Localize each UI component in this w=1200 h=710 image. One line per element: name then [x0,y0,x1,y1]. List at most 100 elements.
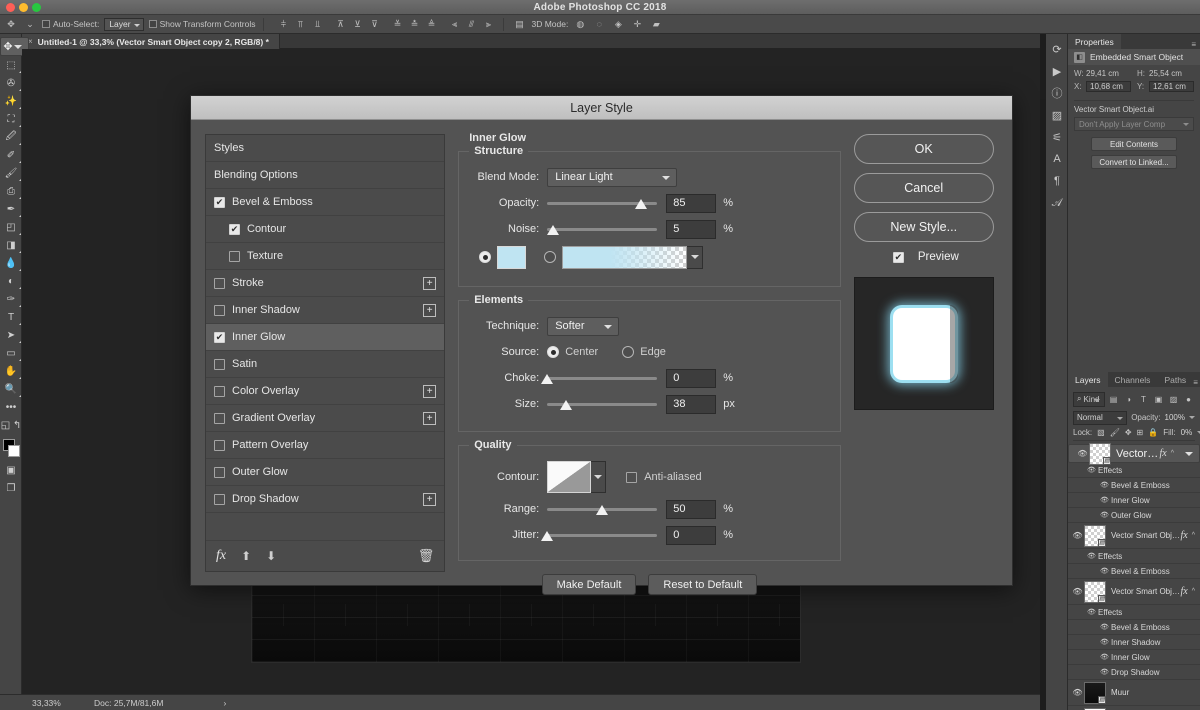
3d-slide-icon[interactable]: ✛ [630,17,644,31]
gradient-picker-chevron-down-icon[interactable] [687,245,704,269]
tab-paths[interactable]: Paths [1157,372,1193,387]
effect-item-color-overlay[interactable]: Color Overlay + [206,378,445,405]
add-effect-instance-icon[interactable]: + [423,492,437,506]
tool-default-swap-colors[interactable]: ◱ ↰ [0,416,22,434]
opacity-slider[interactable] [547,194,658,213]
history-icon[interactable]: ⟳ [1046,38,1068,60]
effects-list-footer[interactable]: fx ⬆ ⬇ 🗑 [206,540,445,571]
opacity-chevron-down-icon[interactable] [1189,416,1195,419]
effect-visibility-icon[interactable]: 👁 [1098,668,1111,676]
effect-item-gradient-overlay[interactable]: Gradient Overlay + [206,405,445,432]
actions-play-icon[interactable]: ▶ [1046,60,1068,82]
cancel-button[interactable]: Cancel [853,173,994,203]
effect-item-contour[interactable]: ✔ Contour [206,216,445,243]
chevron-up-icon[interactable]: ^ [1171,450,1174,457]
align-top-edges-icon[interactable]: ⊼ [333,17,347,31]
effect-enable-checkbox[interactable] [214,385,225,397]
distribute-horizontal-centers-icon[interactable]: ⫻ [464,17,478,31]
tool-eyedropper[interactable]: 🖉 [0,128,22,146]
add-effect-instance-icon[interactable]: + [423,276,437,290]
effect-row[interactable]: 👁 Inner Glow [1068,493,1200,508]
contour-picker-chevron-down-icon[interactable] [591,461,607,493]
tool-path-selection[interactable]: ➤ [0,326,22,344]
effect-visibility-icon[interactable]: 👁 [1098,638,1111,646]
noise-slider[interactable] [546,220,658,239]
3d-camera-icon[interactable]: ▰ [649,17,663,31]
effect-enable-checkbox[interactable]: ✔ [214,196,225,208]
layer-thumbnail[interactable]: ▤ [1084,681,1106,704]
layer-fx-icon[interactable]: fx [1180,530,1187,541]
filter-pixel-icon[interactable]: ▤ [1107,392,1120,406]
effect-item-inner-glow[interactable]: ✔ Inner Glow [206,324,445,351]
effect-visibility-icon[interactable]: 👁 [1085,552,1098,560]
background-color-swatch[interactable] [8,445,20,457]
tool-dodge[interactable]: ◐ [0,272,22,290]
delete-effect-icon[interactable]: 🗑 [418,548,435,564]
add-effect-instance-icon[interactable]: + [423,411,437,425]
tool-quick-mask[interactable]: ▣ [0,461,22,479]
effect-row[interactable]: 👁 Bevel & Emboss [1068,620,1200,635]
tab-channels[interactable]: Channels [1108,372,1158,387]
lock-position-icon[interactable]: ✥ [1125,426,1132,440]
effect-visibility-icon[interactable]: 👁 [1098,653,1111,661]
source-edge-radio[interactable] [622,346,635,358]
effect-row[interactable]: 👁 Bevel & Emboss [1068,478,1200,493]
filter-kind-select[interactable]: ⌕ Kind [1073,391,1105,407]
choke-slider[interactable] [541,369,658,388]
filter-adjustment-icon[interactable]: ◑ [1122,392,1135,406]
effect-visibility-icon[interactable]: 👁 [1085,466,1098,474]
layer-list[interactable]: 👁▤Vector Smart Object c...fx^👁Effects👁Be… [1068,442,1200,710]
y-field[interactable]: Y: 12,61 cm [1137,81,1194,92]
tab-layers[interactable]: Layers [1068,372,1108,387]
anti-aliased-checkbox[interactable] [626,471,638,483]
slider-thumb[interactable] [541,530,554,541]
convert-to-linked-button[interactable]: Convert to Linked... [1091,155,1177,169]
effect-visibility-icon[interactable]: 👁 [1085,608,1098,616]
layer-row[interactable]: 👁 ▤ Vector Smart Object fx ^ [1068,579,1200,605]
tool-magic-wand[interactable]: ✨ [0,92,22,110]
tool-pen[interactable]: ✑ [0,290,22,308]
layer-thumbnail[interactable]: ▤ [1084,580,1106,603]
effect-row[interactable]: 👁 Inner Shadow [1068,635,1200,650]
effect-visibility-icon[interactable]: 👁 [1098,623,1111,631]
layer-visibility-icon[interactable]: 👁 [1071,587,1084,596]
noise-input[interactable]: 5 [666,219,717,239]
glyphs-icon[interactable]: 𝒜 [1046,192,1068,214]
effect-enable-checkbox[interactable]: ✔ [229,223,240,235]
ok-button[interactable]: OK [853,134,994,164]
size-slider[interactable] [547,395,658,414]
effect-item-outer-glow[interactable]: Outer Glow [206,459,445,486]
jitter-slider[interactable] [541,526,658,545]
effect-enable-checkbox[interactable] [214,493,225,505]
align-left-edges-icon[interactable]: ⫩ [276,17,290,31]
tool-zoom[interactable]: 🔍 [0,380,22,398]
layer-visibility-icon[interactable]: 👁 [1076,449,1089,458]
tool-clone-stamp[interactable]: ⎙ [0,182,22,200]
layer-row[interactable]: 👁 ▤ Vector Smart Object c...fx ^ [1068,523,1200,549]
panel-icon-rail[interactable]: ⟳ ▶ ⓘ ▨ ⚟ A ¶ 𝒜 [1046,34,1068,710]
layer-fx-icon[interactable]: fx [1180,586,1187,597]
slider-thumb[interactable] [634,198,647,209]
effect-enable-checkbox[interactable]: ✔ [214,331,225,343]
3d-orbit-icon[interactable]: ◍ [573,17,587,31]
align-horizontal-centers-icon[interactable]: ⫪ [293,17,307,31]
panel-menu-icon[interactable]: ≡ [1193,378,1198,387]
distribute-left-edges-icon[interactable]: ⫷ [447,17,461,31]
effect-item-pattern-overlay[interactable]: Pattern Overlay [206,432,445,459]
tool-screen-mode[interactable]: ❐ [0,479,22,497]
effects-list[interactable]: Styles Blending Options ✔ Bevel & Emboss ✔ Co… [206,135,445,540]
tool-gradient[interactable]: ◨ [0,236,22,254]
tool-rectangle[interactable]: ▭ [0,344,22,362]
layer-visibility-icon[interactable]: 👁 [1071,531,1084,540]
effect-enable-checkbox[interactable] [214,466,225,478]
auto-select-target-select[interactable]: Layer [104,17,144,31]
effects-group-row[interactable]: 👁 Effects [1068,463,1200,478]
effect-row[interactable]: 👁 Inner Glow [1068,650,1200,665]
distribute-vertical-centers-icon[interactable]: ≛ [407,17,421,31]
move-tool-icon[interactable]: ✥ [4,17,18,31]
effect-enable-checkbox[interactable] [214,358,225,370]
tool-history-brush[interactable]: ✒ [0,200,22,218]
chevron-up-icon[interactable]: ^ [1192,588,1195,595]
toolbox[interactable]: ✥ ⬚ ✇ ✨ ⛶ 🖉 ✐ 🖌 ⎙ ✒ ◰ ◨ 💧 ◐ ✑ T ➤ ▭ ✋ 🔍 … [0,34,29,694]
layer-thumbnail[interactable]: ▤ [1089,442,1111,465]
